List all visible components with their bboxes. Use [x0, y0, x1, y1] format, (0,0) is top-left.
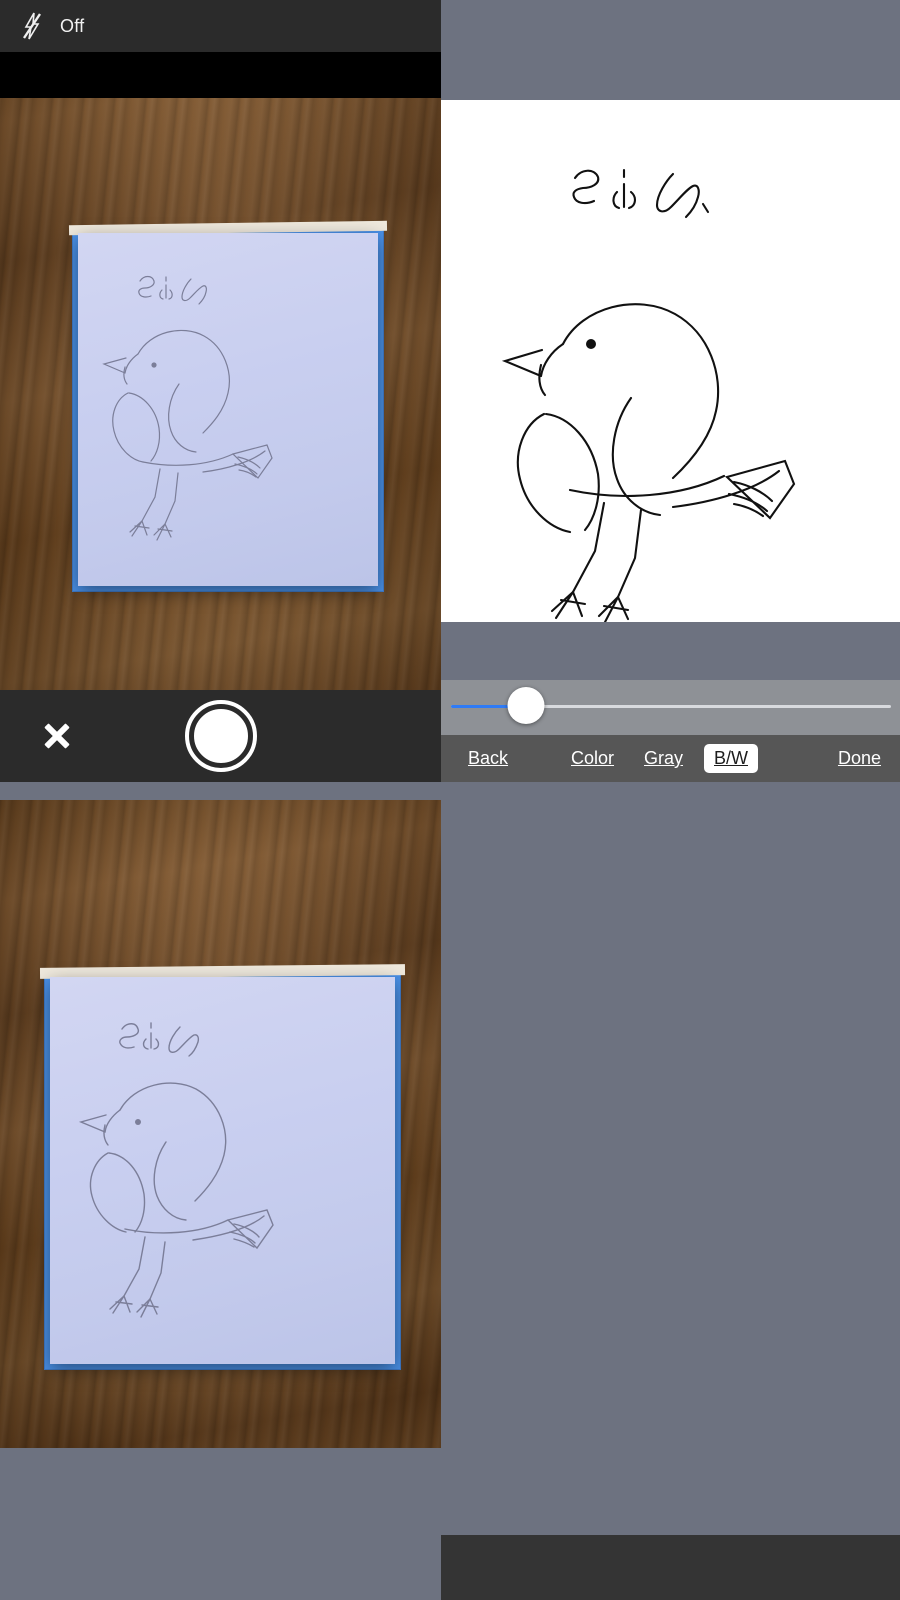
- slider-upper-spacer: [441, 630, 900, 680]
- camera-top-bar: Off: [0, 0, 441, 52]
- slider-thumb[interactable]: [507, 687, 545, 724]
- done-button[interactable]: Done: [838, 748, 881, 769]
- back-button[interactable]: Back: [468, 748, 508, 769]
- scanned-page-preview[interactable]: [441, 100, 900, 622]
- camera-viewfinder-panel: Off: [0, 0, 441, 800]
- detected-document-region: [68, 220, 388, 591]
- scanned-paper-sheet: [78, 233, 378, 586]
- camera-shutter-bar: [0, 690, 441, 782]
- app-root: Off Back Color Gray B/W Done: [0, 0, 900, 1600]
- camera-letterbox: [0, 52, 441, 98]
- filter-bw-button[interactable]: B/W: [704, 744, 758, 773]
- shutter-button[interactable]: [184, 700, 257, 772]
- scanned-paper-sheet-2: [50, 977, 395, 1364]
- bottom-dark-bar: [441, 1535, 900, 1600]
- brightness-slider[interactable]: [451, 687, 891, 724]
- flash-off-icon[interactable]: [22, 12, 42, 40]
- camera-bottom-gap: [0, 782, 441, 800]
- filter-gray-button[interactable]: Gray: [644, 748, 683, 769]
- all-scans-panel: docomo 23:29: [441, 800, 900, 1600]
- bird-drawing-photo: [102, 275, 273, 541]
- bird-drawing-photo-2: [78, 1022, 274, 1318]
- flash-mode-label: Off: [60, 15, 85, 36]
- shutter-button-inner: [191, 707, 250, 765]
- close-x-icon[interactable]: [40, 719, 74, 753]
- filter-color-button[interactable]: Color: [571, 748, 614, 769]
- detected-document-region-2: [39, 964, 406, 1369]
- bird-drawing-scan: [501, 168, 796, 622]
- scan-preview-panel: Back Color Gray B/W Done: [441, 0, 900, 800]
- filter-toolbar: Back Color Gray B/W Done: [441, 735, 900, 782]
- crop-edit-panel: Cancel Next: [0, 800, 441, 1600]
